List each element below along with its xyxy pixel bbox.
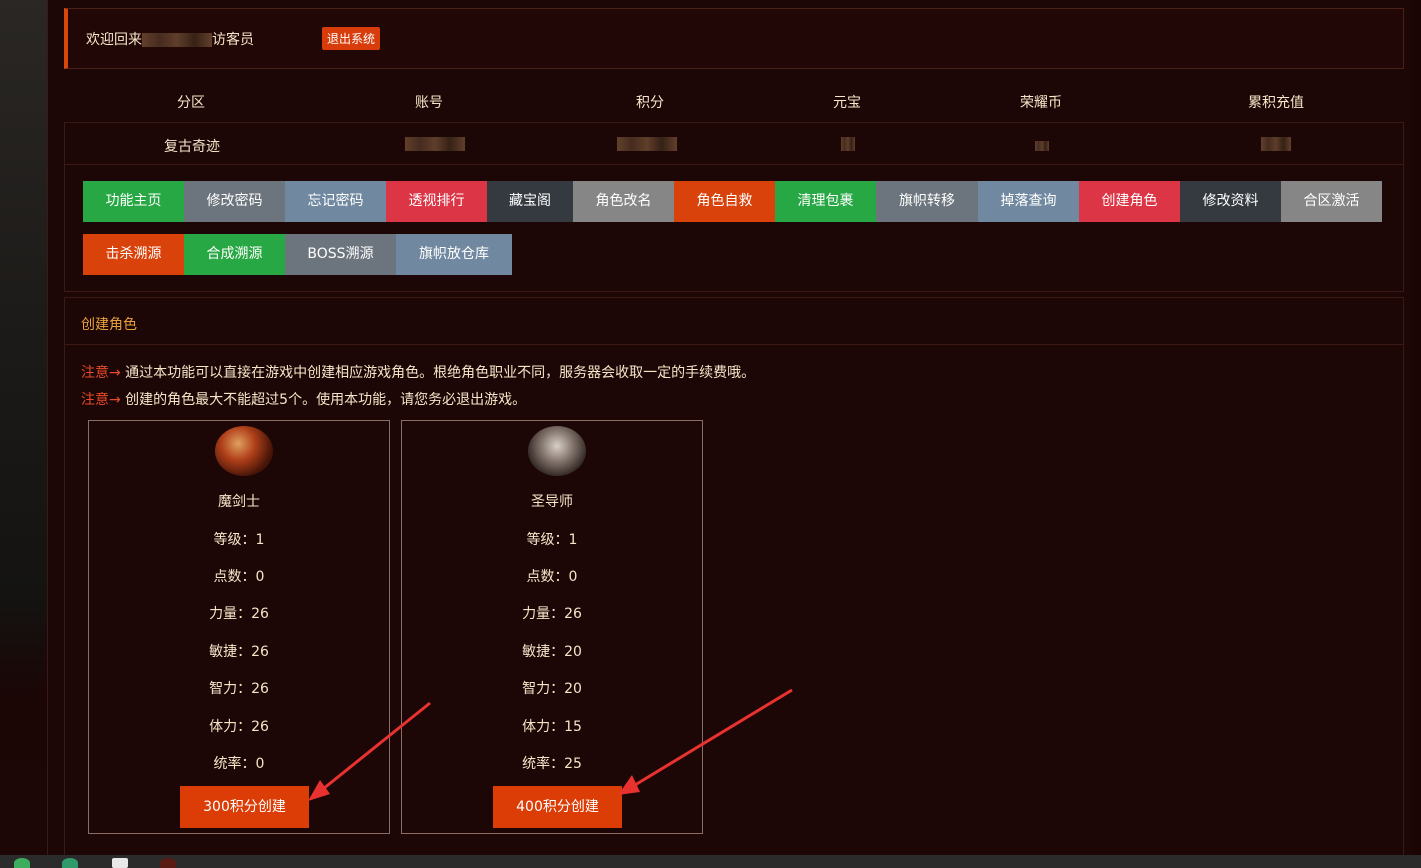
annotation-arrows [308,688,793,801]
taskbar-app-icon[interactable] [14,858,30,868]
taskbar-app-icon[interactable] [112,858,128,868]
arrow-to-400-button [618,688,793,795]
arrow-to-300-button [308,701,431,801]
os-taskbar [0,855,1421,868]
taskbar-app-icon[interactable] [62,858,78,868]
taskbar-app-icon[interactable] [160,858,176,868]
